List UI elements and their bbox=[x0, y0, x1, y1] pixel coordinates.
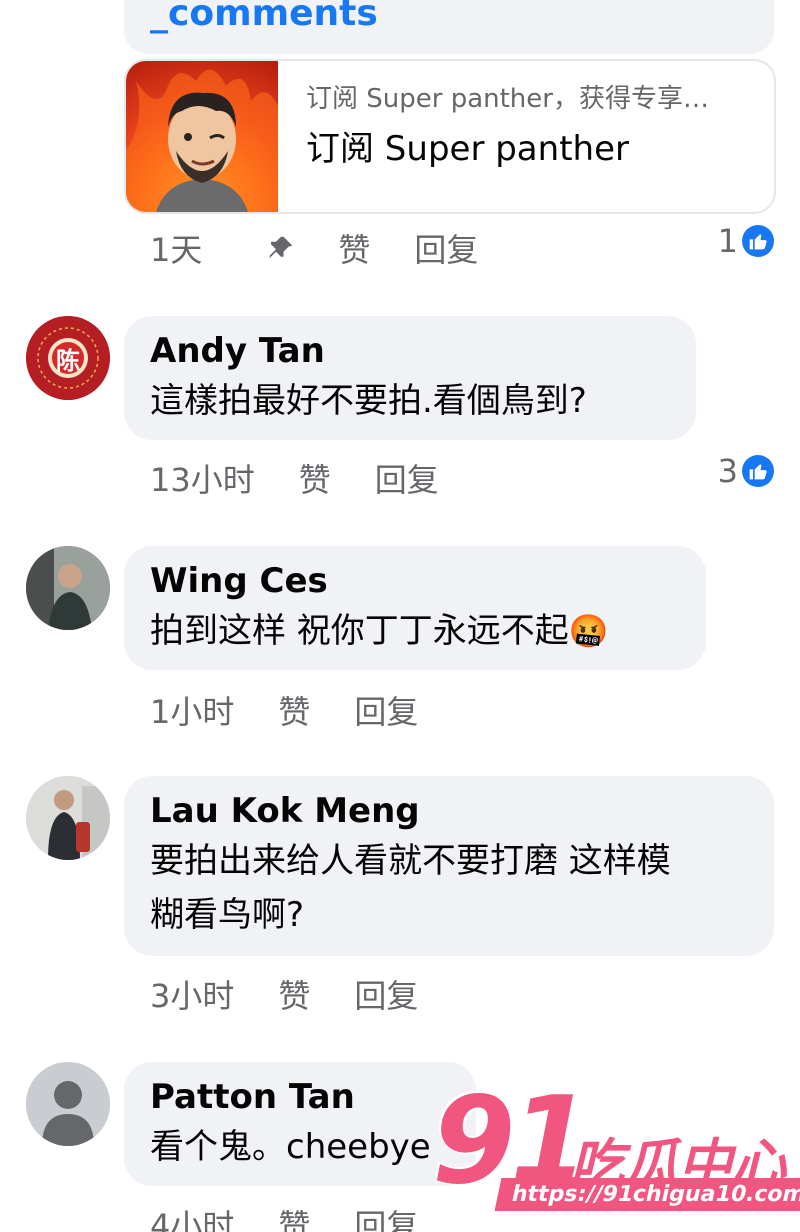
like-button[interactable]: 赞 bbox=[278, 687, 310, 733]
reply-button[interactable]: 回复 bbox=[354, 687, 418, 733]
comment-time: 13小时 bbox=[150, 461, 255, 499]
angry-emoji-icon: 🤬 bbox=[568, 612, 609, 650]
default-avatar-icon[interactable] bbox=[26, 1062, 110, 1146]
comment-text: 看个鬼。cheebye bbox=[150, 1127, 431, 1167]
comment-text-line-1: 要拍出来给人看就不要打磨 这样模 bbox=[150, 841, 671, 881]
thumbs-up-icon bbox=[742, 455, 774, 487]
comment-link[interactable]: _comments bbox=[150, 0, 378, 36]
comment-bubble: Andy Tan 這樣拍最好不要拍.看個鳥到? bbox=[124, 316, 696, 440]
memoji-avatar-image bbox=[126, 69, 278, 212]
comment-time: 4小时 bbox=[150, 1207, 235, 1232]
reply-button[interactable]: 回复 bbox=[414, 225, 478, 271]
reaction-count: 3 bbox=[717, 452, 738, 490]
like-button[interactable]: 赞 bbox=[299, 455, 331, 501]
like-button[interactable]: 赞 bbox=[338, 225, 370, 271]
commenter-name[interactable]: Andy Tan bbox=[150, 328, 670, 374]
thumbs-up-icon bbox=[742, 225, 774, 257]
watermark-url: https://91chigua10.com bbox=[494, 1178, 800, 1211]
like-button[interactable]: 赞 bbox=[278, 1201, 310, 1232]
link-preview-card[interactable]: 订阅 Super panther，获得专享… 订阅 Super panther bbox=[124, 59, 776, 214]
commenter-name[interactable]: Wing Ces bbox=[150, 558, 680, 604]
reply-button[interactable]: 回复 bbox=[354, 1201, 418, 1232]
comment-bubble: Lau Kok Meng 要拍出来给人看就不要打磨 这样模 糊看鸟啊? bbox=[124, 776, 774, 956]
preview-thumbnail bbox=[126, 61, 278, 212]
preview-subtitle: 订阅 Super panther，获得专享… bbox=[306, 84, 709, 114]
comment-actions: 3小时 赞 回复 bbox=[150, 972, 418, 1016]
comment-text-body: 拍到这样 祝你丁丁永远不起 bbox=[150, 611, 569, 651]
comment-actions: 4小时 赞 回复 bbox=[150, 1202, 418, 1232]
comment-text-line-2: 糊看鸟啊? bbox=[150, 895, 305, 935]
preview-title: 订阅 Super panther bbox=[306, 129, 629, 169]
reaction-summary[interactable]: 3 bbox=[718, 452, 774, 490]
comment-time: 1天 bbox=[150, 231, 203, 269]
reaction-summary[interactable]: 1 bbox=[718, 222, 774, 260]
comment-time: 1小时 bbox=[150, 693, 235, 731]
comment-actions: 1小时 赞 回复 bbox=[150, 688, 418, 732]
reaction-count: 1 bbox=[717, 222, 738, 260]
avatar[interactable]: 陈 bbox=[26, 316, 110, 400]
avatar[interactable] bbox=[26, 776, 110, 860]
comments-screen: _comments 订阅 Super panther，获得专享… 订阅 Supe… bbox=[0, 0, 800, 1232]
comment-text: 這樣拍最好不要拍.看個鳥到? bbox=[150, 381, 587, 421]
watermark: 91 吃瓜中心 https://91chigua10.com bbox=[432, 1072, 800, 1230]
avatar[interactable] bbox=[26, 546, 110, 630]
comment-actions: 13小时 赞 回复 bbox=[150, 456, 439, 500]
pin-icon bbox=[266, 233, 296, 263]
commenter-name[interactable]: Patton Tan bbox=[150, 1074, 450, 1120]
reply-button[interactable]: 回复 bbox=[375, 455, 439, 501]
reply-button[interactable]: 回复 bbox=[354, 971, 418, 1017]
comment-text: 拍到这样 祝你丁丁永远不起🤬 bbox=[150, 604, 680, 658]
comment-bubble: Patton Tan 看个鬼。cheebye bbox=[124, 1062, 476, 1186]
like-button[interactable]: 赞 bbox=[278, 971, 310, 1017]
comment-actions-top: 1天 赞 回复 bbox=[150, 226, 478, 270]
avatar-initial: 陈 bbox=[56, 346, 80, 375]
commenter-name[interactable]: Lau Kok Meng bbox=[150, 788, 748, 834]
comment-bubble: Wing Ces 拍到这样 祝你丁丁永远不起🤬 bbox=[124, 546, 706, 670]
comment-time: 3小时 bbox=[150, 977, 235, 1015]
